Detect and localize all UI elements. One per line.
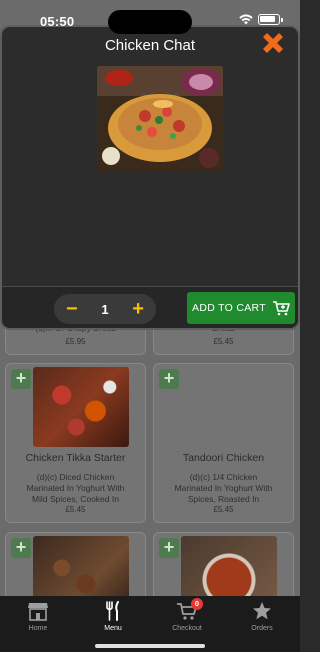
menu-card-name: Chicken Tikka Starter [25, 452, 126, 464]
menu-card-tandoori-chicken[interactable]: + Tandoori Chicken (d)(c) 1/4 Chicken Ma… [153, 363, 294, 523]
menu-card-description: (d)(c) 1/4 Chicken Marinated In Yoghurt … [160, 472, 287, 505]
cart-plus-icon [272, 301, 290, 316]
add-item-button[interactable]: + [11, 369, 31, 389]
desc-line: Mild Spices, Cooked In [32, 494, 119, 504]
menu-card-price: £5.45 [213, 505, 234, 514]
menu-card-price: £5.95 [65, 337, 86, 346]
desc-line: Marinated In Yoghurt With [26, 483, 125, 493]
tab-orders[interactable]: Orders [232, 600, 292, 632]
menu-card-name: Tandoori Chicken [182, 452, 265, 464]
add-item-button[interactable]: + [159, 369, 179, 389]
desc-line: (d)(c) 1/4 Chicken [189, 472, 258, 482]
battery-icon [258, 14, 283, 25]
tab-label: Orders [251, 625, 273, 632]
status-bar: 05:50 [0, 0, 300, 34]
home-indicator [95, 644, 205, 648]
desc-line: Marinated In Yoghurt With [174, 483, 273, 493]
tab-label: Checkout [172, 625, 202, 632]
store-icon [28, 603, 48, 621]
desc-line: (d)(c) Diced Chicken [36, 472, 115, 482]
menu-card-price: £5.45 [213, 337, 234, 346]
item-detail-modal: Chicken Chat − 1 + ADD TO CART [0, 25, 300, 330]
cart-count-badge: 0 [191, 598, 203, 610]
tab-menu[interactable]: Menu [83, 600, 143, 632]
modal-title: Chicken Chat [104, 37, 196, 54]
cutlery-icon [106, 601, 119, 621]
status-icons [239, 14, 283, 25]
quantity-value: 1 [101, 301, 109, 317]
menu-item-image [33, 367, 129, 447]
add-to-cart-button[interactable]: ADD TO CART [187, 292, 295, 324]
menu-item-image [181, 536, 277, 601]
quantity-stepper: − 1 + [54, 294, 156, 324]
modal-footer: − 1 + ADD TO CART [2, 286, 298, 328]
status-time: 05:50 [40, 14, 75, 29]
increase-quantity-button[interactable]: + [132, 299, 144, 319]
add-to-cart-label: ADD TO CART [192, 302, 266, 314]
menu-card-price: £5.45 [65, 505, 86, 514]
menu-card-description: (d)(c) Diced Chicken Marinated In Yoghur… [12, 472, 139, 505]
add-item-button[interactable]: + [159, 538, 179, 558]
tab-label: Menu [104, 625, 122, 632]
menu-card[interactable]: + [153, 532, 294, 602]
tab-checkout[interactable]: 0 Checkout [157, 598, 217, 632]
dynamic-island [108, 10, 192, 34]
dish-image [97, 66, 223, 172]
menu-card[interactable]: + [5, 532, 146, 602]
desc-line: Spices, Roasted In [187, 494, 260, 504]
star-icon [253, 602, 271, 620]
wifi-icon [239, 14, 253, 25]
tab-home[interactable]: Home [8, 600, 68, 632]
menu-card-chicken-tikka[interactable]: + Chicken Tikka Starter (d)(c) Diced Chi… [5, 363, 146, 523]
menu-item-image [33, 536, 129, 601]
decrease-quantity-button[interactable]: − [66, 299, 78, 319]
add-item-button[interactable]: + [11, 538, 31, 558]
tab-label: Home [28, 625, 48, 632]
